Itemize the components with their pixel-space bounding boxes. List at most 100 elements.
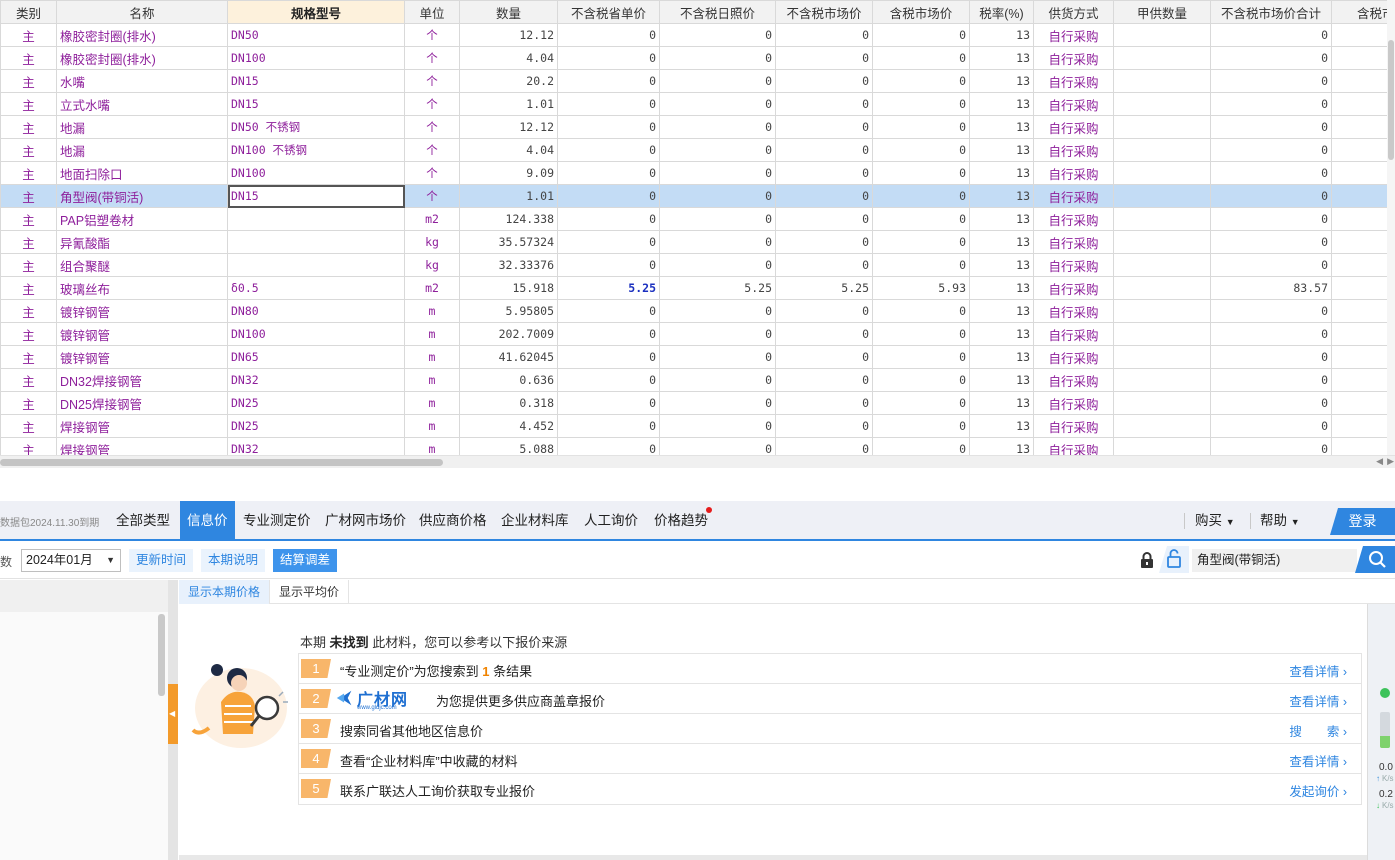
quantity-cell[interactable]: 5.95805 (459, 299, 558, 323)
province-price-cell[interactable]: 5.25 (557, 276, 660, 300)
table-row[interactable]: 主玻璃丝布 δ0.5 m2 15.918 5.25 5.25 5.25 5.93 13 自行采购 8… (0, 276, 1395, 300)
quantity-cell[interactable]: 1.01 (459, 184, 558, 208)
market-price-tax-cell[interactable]: 0 (872, 345, 970, 369)
owner-qty-cell[interactable] (1113, 161, 1211, 185)
market-total-cell[interactable]: 0 (1210, 414, 1332, 438)
view-details-link[interactable]: 查看详情 › (1289, 751, 1347, 770)
material-search-input[interactable]: 角型阀(带铜活) (1192, 549, 1357, 572)
rizhao-price-cell[interactable]: 0 (659, 161, 776, 185)
tab-enterprise-library[interactable]: 企业材料库 (494, 501, 576, 539)
rizhao-price-cell[interactable]: 0 (659, 345, 776, 369)
spec-cell[interactable]: DN15 (227, 184, 405, 208)
tab-manual-inquiry[interactable]: 人工询价 (577, 501, 645, 539)
market-tax-total-cell[interactable] (1331, 92, 1395, 116)
supply-method-cell[interactable]: 自行采购 (1033, 391, 1114, 415)
market-total-cell[interactable]: 0 (1210, 23, 1332, 47)
tab-info-price[interactable]: 信息价 (180, 501, 235, 539)
category-cell[interactable]: 主 (0, 207, 57, 231)
supply-method-cell[interactable]: 自行采购 (1033, 299, 1114, 323)
rizhao-price-cell[interactable]: 0 (659, 253, 776, 277)
province-price-cell[interactable]: 0 (557, 230, 660, 254)
scroll-thumb[interactable] (1388, 40, 1394, 160)
market-tax-total-cell[interactable] (1331, 391, 1395, 415)
buy-menu[interactable]: 购买 ▼ (1195, 501, 1235, 542)
name-cell[interactable]: 镀锌钢管 (56, 345, 228, 369)
owner-qty-cell[interactable] (1113, 23, 1211, 47)
table-row[interactable]: 主橡胶密封圈(排水) DN100 个 4.04 0 0 0 0 13 自行采购 0 (0, 46, 1395, 70)
unit-cell[interactable]: m (404, 414, 460, 438)
table-row[interactable]: 主角型阀(带铜活) DN15 个 1.01 0 0 0 0 13 自行采购 0 (0, 184, 1395, 208)
table-row[interactable]: 主橡胶密封圈(排水) DN50 个 12.12 0 0 0 0 13 自行采购 0 (0, 23, 1395, 47)
category-cell[interactable]: 主 (0, 161, 57, 185)
market-price-tax-cell[interactable]: 0 (872, 391, 970, 415)
owner-qty-cell[interactable] (1113, 92, 1211, 116)
province-price-cell[interactable]: 0 (557, 46, 660, 70)
market-total-cell[interactable]: 0 (1210, 207, 1332, 231)
period-select[interactable]: 2024年01月 ▼ (21, 549, 121, 572)
owner-qty-cell[interactable] (1113, 414, 1211, 438)
owner-qty-cell[interactable] (1113, 437, 1211, 455)
market-tax-total-cell[interactable] (1331, 46, 1395, 70)
province-price-cell[interactable]: 0 (557, 368, 660, 392)
col-rizhao-price-header[interactable]: 不含税日照价 (659, 0, 776, 24)
tax-rate-cell[interactable]: 13 (969, 69, 1034, 93)
category-cell[interactable]: 主 (0, 299, 57, 323)
unit-cell[interactable]: m (404, 391, 460, 415)
market-price-tax-cell[interactable]: 0 (872, 92, 970, 116)
col-market-price-tax-header[interactable]: 含税市场价 (872, 0, 970, 24)
tax-rate-cell[interactable]: 13 (969, 138, 1034, 162)
settlement-adjust-button[interactable]: 结算调差 (273, 549, 338, 572)
owner-qty-cell[interactable] (1113, 115, 1211, 139)
supply-method-cell[interactable]: 自行采购 (1033, 138, 1114, 162)
market-price-cell[interactable]: 0 (775, 115, 873, 139)
owner-qty-cell[interactable] (1113, 322, 1211, 346)
rizhao-price-cell[interactable]: 0 (659, 414, 776, 438)
name-cell[interactable]: 镀锌钢管 (56, 322, 228, 346)
market-price-cell[interactable]: 0 (775, 138, 873, 162)
table-row[interactable]: 主立式水嘴 DN15 个 1.01 0 0 0 0 13 自行采购 0 (0, 92, 1395, 116)
category-cell[interactable]: 主 (0, 322, 57, 346)
supply-method-cell[interactable]: 自行采购 (1033, 184, 1114, 208)
owner-qty-cell[interactable] (1113, 207, 1211, 231)
province-price-cell[interactable]: 0 (557, 23, 660, 47)
view-details-link[interactable]: 查看详情 › (1289, 691, 1347, 710)
rizhao-price-cell[interactable]: 0 (659, 138, 776, 162)
market-total-cell[interactable]: 0 (1210, 391, 1332, 415)
rizhao-price-cell[interactable]: 0 (659, 368, 776, 392)
tab-all-types[interactable]: 全部类型 (109, 501, 177, 539)
spec-cell[interactable]: DN50 不锈钢 (227, 115, 405, 139)
rizhao-price-cell[interactable]: 0 (659, 46, 776, 70)
province-price-cell[interactable]: 0 (557, 253, 660, 277)
owner-qty-cell[interactable] (1113, 253, 1211, 277)
rizhao-price-cell[interactable]: 0 (659, 69, 776, 93)
owner-qty-cell[interactable] (1113, 138, 1211, 162)
col-province-price-header[interactable]: 不含税省单价 (557, 0, 660, 24)
col-owner-supplied-qty-header[interactable]: 甲供数量 (1113, 0, 1211, 24)
name-cell[interactable]: 地漏 (56, 115, 228, 139)
market-price-cell[interactable]: 0 (775, 253, 873, 277)
name-cell[interactable]: 焊接钢管 (56, 437, 228, 455)
quantity-cell[interactable]: 1.01 (459, 92, 558, 116)
tax-rate-cell[interactable]: 13 (969, 391, 1034, 415)
login-button[interactable]: 登录 (1330, 508, 1395, 535)
col-supply-method-header[interactable]: 供货方式 (1033, 0, 1114, 24)
quantity-cell[interactable]: 0.318 (459, 391, 558, 415)
quantity-cell[interactable]: 32.33376 (459, 253, 558, 277)
market-price-tax-cell[interactable]: 0 (872, 299, 970, 323)
unit-cell[interactable]: m (404, 437, 460, 455)
grid-vertical-scrollbar[interactable] (1387, 0, 1395, 455)
supply-method-cell[interactable]: 自行采购 (1033, 23, 1114, 47)
owner-qty-cell[interactable] (1113, 276, 1211, 300)
table-row[interactable]: 主异氰酸酯 kg 35.57324 0 0 0 0 13 自行采购 0 (0, 230, 1395, 254)
supply-method-cell[interactable]: 自行采购 (1033, 368, 1114, 392)
name-cell[interactable]: 焊接钢管 (56, 414, 228, 438)
market-price-cell[interactable]: 5.25 (775, 276, 873, 300)
market-tax-total-cell[interactable] (1331, 207, 1395, 231)
province-price-cell[interactable]: 0 (557, 437, 660, 455)
supply-method-cell[interactable]: 自行采购 (1033, 161, 1114, 185)
market-tax-total-cell[interactable] (1331, 368, 1395, 392)
table-row[interactable]: 主 DN32焊接钢管 DN32 m 0.636 0 0 0 0 13 自行采购 0 (0, 368, 1395, 392)
province-price-cell[interactable]: 0 (557, 138, 660, 162)
quantity-cell[interactable]: 12.12 (459, 23, 558, 47)
col-tax-rate-header[interactable]: 税率(%) (969, 0, 1034, 24)
